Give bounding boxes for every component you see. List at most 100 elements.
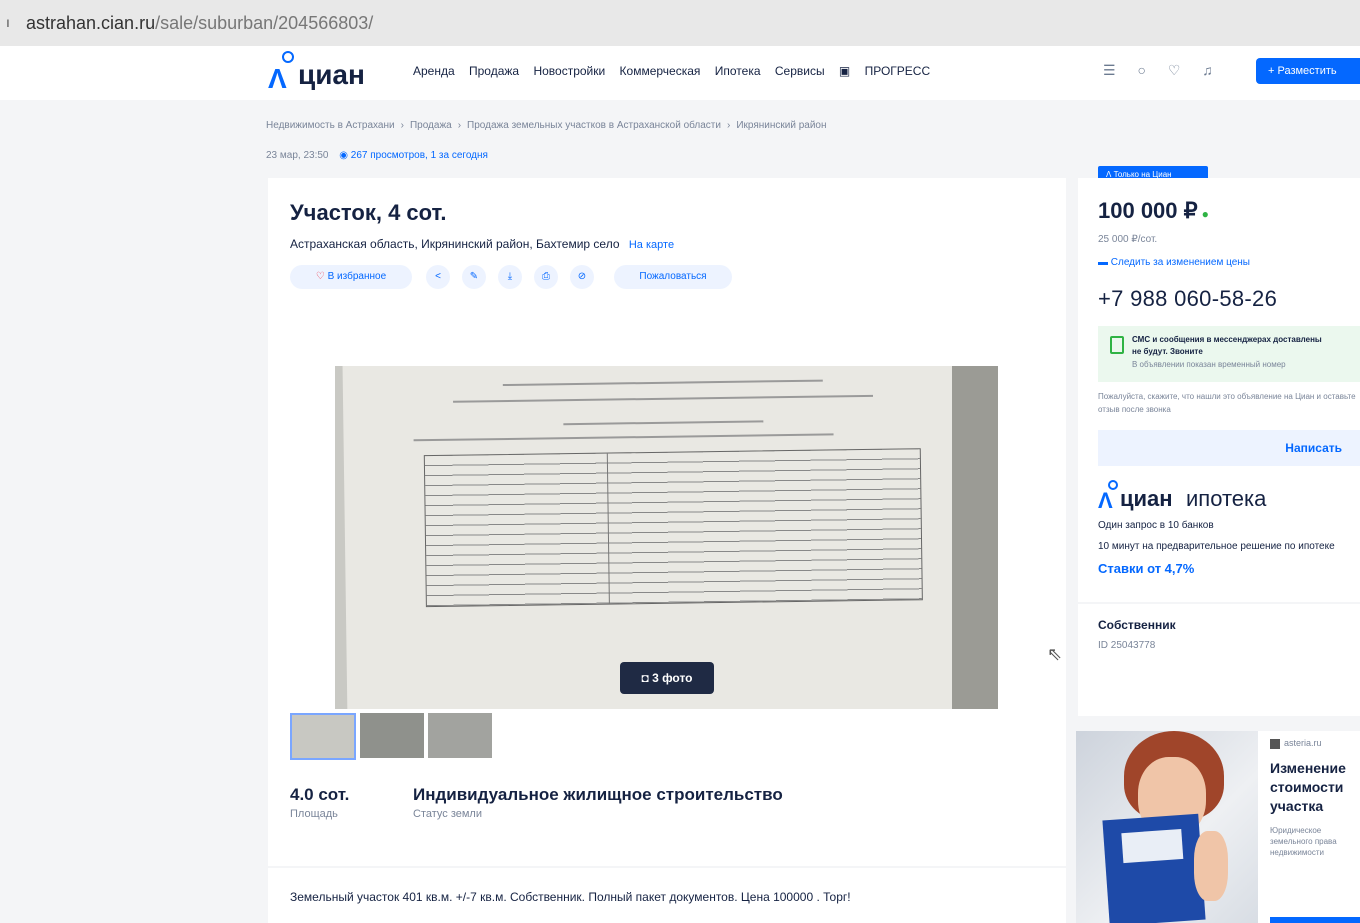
write-button[interactable]: Написать <box>1098 430 1360 466</box>
sms-subnotice-text: В объявлении показан временный номер <box>1132 360 1286 369</box>
sms-notice: СМС и сообщения в мессенджерах доставлен… <box>1098 326 1360 382</box>
camera-icon: ◘ <box>641 671 653 685</box>
land-status-fact: Индивидуальное жилищное строительство Ст… <box>413 785 783 820</box>
please-text: Пожалуйста, скажите, что нашли это объяв… <box>1098 392 1356 414</box>
publish-date: 23 мар, 23:50 <box>266 150 329 161</box>
ipoteka-brand: циан <box>1120 486 1173 511</box>
edit-note-icon[interactable]: ✎ <box>462 265 486 289</box>
document-photo <box>342 366 958 709</box>
breadcrumb-separator: › <box>457 120 462 131</box>
breadcrumb-item[interactable]: Продажа <box>410 120 452 131</box>
heart-icon[interactable]: ♡ <box>1168 62 1181 78</box>
ad-image-part <box>1121 829 1184 864</box>
area-fact: 4.0 сот. Площадь <box>290 785 349 820</box>
doc-line <box>563 420 764 426</box>
print-icon[interactable]: ⎙ <box>534 265 558 289</box>
photo-count-button[interactable]: ◘ 3 фото <box>620 662 714 694</box>
ipoteka-product: ипотека <box>1186 486 1267 511</box>
ad-text: Юридическое земельного права недвижимост… <box>1270 826 1337 857</box>
views-text: 267 просмотров, 1 за сегодня <box>350 150 488 161</box>
breadcrumb-separator: › <box>400 120 404 131</box>
url-text[interactable]: astrahan.cian.ru/sale/suburban/204566803… <box>26 13 373 34</box>
lock-icon: ı <box>6 14 10 30</box>
logo-mark-icon: Ʌ <box>1098 488 1113 513</box>
ad-source-text: asteria.ru <box>1284 738 1322 748</box>
breadcrumb-item[interactable]: Продажа земельных участков в Астраханско… <box>467 120 721 131</box>
thumbnail-1[interactable] <box>290 713 356 760</box>
breadcrumb-item[interactable]: Недвижимость в Астрахани <box>266 120 395 131</box>
description-card: Земельный участок 401 кв.м. +/-7 кв.м. С… <box>268 868 1066 923</box>
favorite-button[interactable]: ♡ В избранное <box>290 265 412 289</box>
nav-commercial[interactable]: Коммерческая <box>620 64 701 78</box>
ipoteka-line-1: Один запрос в 10 банков <box>1098 520 1214 531</box>
area-label: Площадь <box>290 808 338 820</box>
thumbnail-2[interactable] <box>360 713 424 758</box>
eye-icon: ◉ <box>339 150 351 161</box>
share-icon[interactable]: < <box>426 265 450 289</box>
url-host: astrahan.cian.ru <box>26 13 156 33</box>
phone-number[interactable]: +7 988 060-58-26 <box>1098 286 1277 312</box>
header-icons: ☰ ○ ♡ ♫ <box>1103 62 1231 79</box>
description-text: Земельный участок 401 кв.м. +/-7 кв.м. С… <box>290 890 851 904</box>
hide-icon[interactable]: ⊘ <box>570 265 594 289</box>
nav-progress[interactable]: ▣ ПРОГРЕСС <box>839 64 941 78</box>
ad-image-part <box>1194 831 1228 901</box>
ad-source-icon <box>1270 738 1280 749</box>
heart-outline-icon: ♡ <box>315 271 328 282</box>
listing-meta: 23 мар, 23:50 ◉ 267 просмотров, 1 за сег… <box>266 150 488 161</box>
price: 100 000 ₽ ● <box>1098 198 1209 224</box>
ad-image-part <box>1102 813 1206 923</box>
chat-icon[interactable]: ○ <box>1137 62 1145 78</box>
nav-mortgage[interactable]: Ипотека <box>715 64 761 78</box>
listing-address: Астраханская область, Икрянинский район,… <box>290 237 674 251</box>
land-status-label: Статус земли <box>413 808 482 820</box>
doc-line <box>413 433 834 442</box>
sms-notice-text: СМС и сообщения в мессенджерах доставлен… <box>1132 335 1322 356</box>
main-photo[interactable] <box>335 366 998 709</box>
logo-text: циан <box>298 59 365 90</box>
price-sidebar: 100 000 ₽ ● 25 000 ₽/сот. ▬ Следить за из… <box>1078 178 1360 602</box>
nav-services[interactable]: Сервисы <box>775 64 825 78</box>
nav-sale[interactable]: Продажа <box>469 64 519 78</box>
track-price-label: Следить за изменением цены <box>1110 257 1250 268</box>
nav-new-buildings[interactable]: Новостройки <box>533 64 605 78</box>
track-price-link[interactable]: ▬ Следить за изменением цены <box>1098 257 1250 268</box>
logo-mark-icon: Ʌ <box>268 63 287 94</box>
breadcrumb-separator: › <box>726 120 731 131</box>
views-counter[interactable]: ◉ 267 просмотров, 1 за сегодня <box>339 150 488 161</box>
mouse-cursor-icon: ⇖ <box>1047 644 1063 664</box>
doc-table <box>423 448 923 608</box>
nav-rent[interactable]: Аренда <box>413 64 455 78</box>
doc-line <box>453 394 874 403</box>
breadcrumb-item[interactable]: Икрянинский район <box>736 120 826 131</box>
thumbnail-3[interactable] <box>428 713 492 758</box>
photo-background <box>952 366 998 709</box>
bell-icon[interactable]: ♫ <box>1202 62 1213 78</box>
ad-image <box>1076 731 1258 923</box>
complain-button[interactable]: Пожаловаться <box>614 265 732 289</box>
price-down-icon[interactable]: ● <box>1202 207 1209 221</box>
favorite-label: В избранное <box>327 271 387 282</box>
nav-progress-label: ПРОГРЕСС <box>864 64 931 78</box>
price-value: 100 000 ₽ <box>1098 198 1198 223</box>
post-ad-button[interactable]: + Разместить <box>1256 58 1360 84</box>
land-status-value: Индивидуальное жилищное строительство <box>413 785 783 804</box>
compare-icon[interactable]: ☰ <box>1103 62 1116 78</box>
browser-address-bar[interactable]: ı astrahan.cian.ru/sale/suburban/2045668… <box>0 0 1360 47</box>
progress-icon: ▣ <box>838 64 854 78</box>
advertisement[interactable]: asteria.ru Изменение стоимости участка Ю… <box>1076 731 1360 923</box>
map-link[interactable]: На карте <box>629 239 674 251</box>
address-text: Астраханская область, Икрянинский район,… <box>290 237 620 251</box>
ipoteka-rates-link[interactable]: Ставки от 4,7% <box>1098 561 1194 576</box>
ad-source: asteria.ru <box>1270 738 1322 749</box>
phone-icon <box>1110 336 1124 354</box>
main-nav: Аренда Продажа Новостройки Коммерческая … <box>413 64 952 78</box>
ad-cta-button[interactable] <box>1270 917 1360 923</box>
ad-headline: Изменение стоимости участка <box>1270 760 1346 814</box>
doc-line <box>502 379 823 387</box>
breadcrumb: Недвижимость в Астрахани › Продажа › Продажа… <box>266 120 827 131</box>
logo-pin-icon <box>282 51 294 63</box>
doc-table-divider <box>606 453 610 604</box>
url-path: /sale/suburban/204566803/ <box>155 13 374 33</box>
download-icon[interactable]: ⤓ <box>498 265 522 289</box>
